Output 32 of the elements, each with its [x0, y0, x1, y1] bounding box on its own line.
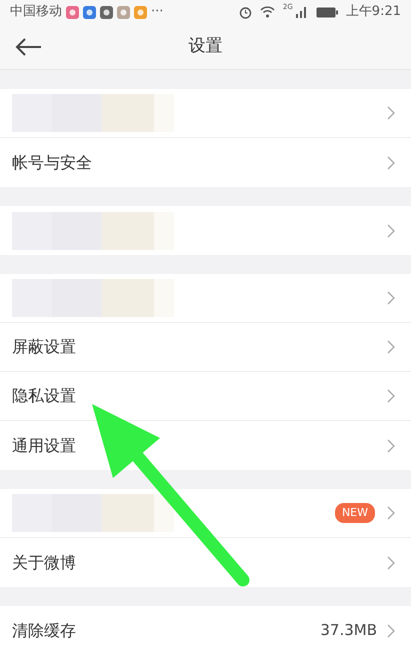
battery-icon — [316, 6, 338, 18]
chevron-right-icon[interactable] — [387, 389, 395, 403]
chevron-right-icon[interactable] — [387, 106, 395, 120]
chevron-right-icon[interactable] — [387, 340, 395, 354]
chevron-right-icon[interactable] — [387, 624, 395, 638]
setting-label[interactable]: 关于微博 — [12, 550, 76, 574]
setting-label[interactable]: 隐私设置 — [12, 384, 76, 408]
clock-text: 上午9:21 — [346, 3, 401, 22]
chevron-right-icon[interactable] — [387, 506, 395, 520]
chevron-right-icon[interactable] — [387, 291, 395, 305]
app-notification-icon — [117, 6, 130, 18]
signal-icon — [294, 6, 308, 18]
more-notifications-text: ··· — [151, 3, 164, 22]
chevron-right-icon[interactable] — [387, 224, 395, 238]
setting-label[interactable]: 清除缓存 — [12, 618, 76, 642]
new-badge: NEW — [334, 502, 375, 524]
app-notification-icon — [66, 6, 79, 18]
setting-label[interactable]: 屏蔽设置 — [12, 335, 76, 359]
setting-label[interactable]: 通用设置 — [12, 434, 76, 458]
app-notification-icon — [83, 6, 96, 18]
chevron-right-icon[interactable] — [387, 556, 395, 570]
back-icon[interactable] — [14, 36, 42, 56]
alarm-icon — [238, 6, 252, 18]
setting-label[interactable]: 帐号与安全 — [12, 150, 92, 174]
chevron-right-icon[interactable] — [387, 156, 395, 170]
wifi-icon — [260, 6, 275, 18]
app-notification-icon — [100, 6, 113, 18]
chevron-right-icon[interactable] — [387, 438, 395, 452]
carrier-text: 中国移动 — [10, 3, 62, 22]
app-notification-icon — [134, 6, 147, 18]
cache-size-text: 37.3MB — [320, 620, 377, 642]
page-title: 设置 — [188, 34, 222, 58]
